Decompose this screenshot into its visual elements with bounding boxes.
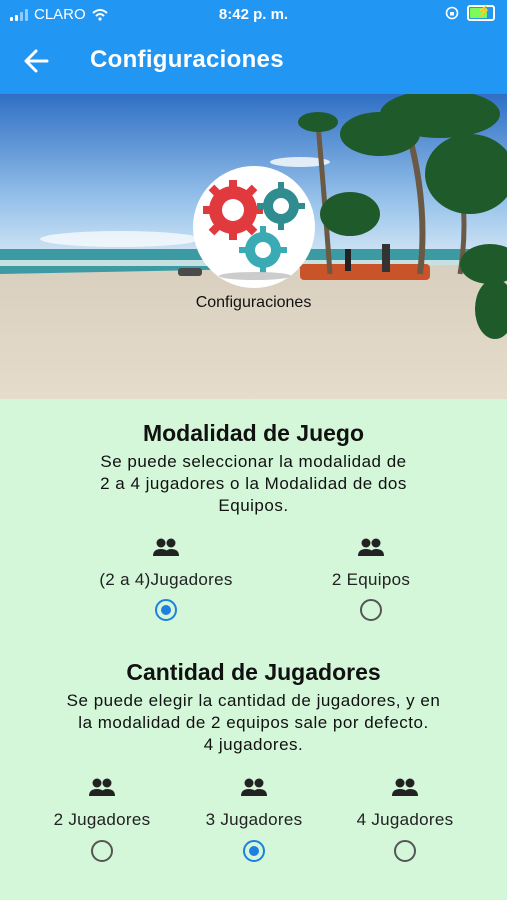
mode-desc-line: Se puede seleccionar la modalidad de (100, 452, 407, 471)
battery-icon: ⚡ (467, 4, 495, 21)
radio-2-players[interactable] (91, 840, 113, 862)
radio-4-players[interactable] (394, 840, 416, 862)
players-section: Cantidad de Jugadores Se puede elegir la… (0, 659, 507, 756)
app-bar: Configuraciones (0, 36, 507, 88)
beach-banner-image: Configuraciones (0, 94, 507, 399)
players-desc-line: 4 jugadores. (203, 735, 304, 754)
radio-3-players[interactable] (243, 840, 265, 862)
status-bar: CLARO 8:42 p. m. ⚡ (0, 0, 507, 30)
players-description: Se puede elegir la cantidad de jugadores… (0, 690, 507, 756)
mode-title: Modalidad de Juego (142, 420, 365, 446)
radio-2-teams[interactable] (360, 599, 382, 621)
people-icon (392, 778, 418, 796)
gear-icon-red (203, 180, 263, 240)
logo-label: Configuraciones (195, 294, 312, 311)
option-4-players: 4 Jugadores (315, 777, 495, 830)
people-icon (358, 538, 384, 556)
page-title: Configuraciones (90, 46, 284, 73)
option-label: 2 Equipos (331, 570, 411, 589)
rotation-lock-icon (445, 6, 459, 20)
option-label: (2 a 4)Jugadores (99, 570, 233, 589)
gear-icon-teal (257, 182, 305, 230)
top-app-bar: CLARO 8:42 p. m. ⚡ Configuraciones (0, 0, 507, 94)
mode-description: Se puede seleccionar la modalidad de 2 a… (0, 451, 507, 517)
mode-desc-line: 2 a 4 jugadores o la Modalidad de dos (100, 474, 407, 493)
option-2-teams: 2 Equipos (281, 537, 461, 590)
people-icon (153, 538, 179, 556)
players-title: Cantidad de Jugadores (126, 659, 381, 685)
people-icon (241, 778, 267, 796)
players-desc-line: la modalidad de 2 equipos sale por defec… (78, 713, 429, 732)
option-label: 4 Jugadores (356, 810, 454, 829)
radio-2-4-players[interactable] (155, 599, 177, 621)
mode-desc-line: Equipos. (218, 496, 289, 515)
gear-icon-cyan (239, 226, 287, 274)
back-arrow-icon[interactable] (22, 48, 50, 74)
mode-section: Modalidad de Juego Se puede seleccionar … (0, 420, 507, 517)
people-icon (89, 778, 115, 796)
settings-logo (193, 166, 315, 288)
option-2-4-players: (2 a 4)Jugadores (76, 537, 256, 590)
clock: 8:42 p. m. (218, 6, 289, 23)
players-desc-line: Se puede elegir la cantidad de jugadores… (66, 691, 441, 710)
